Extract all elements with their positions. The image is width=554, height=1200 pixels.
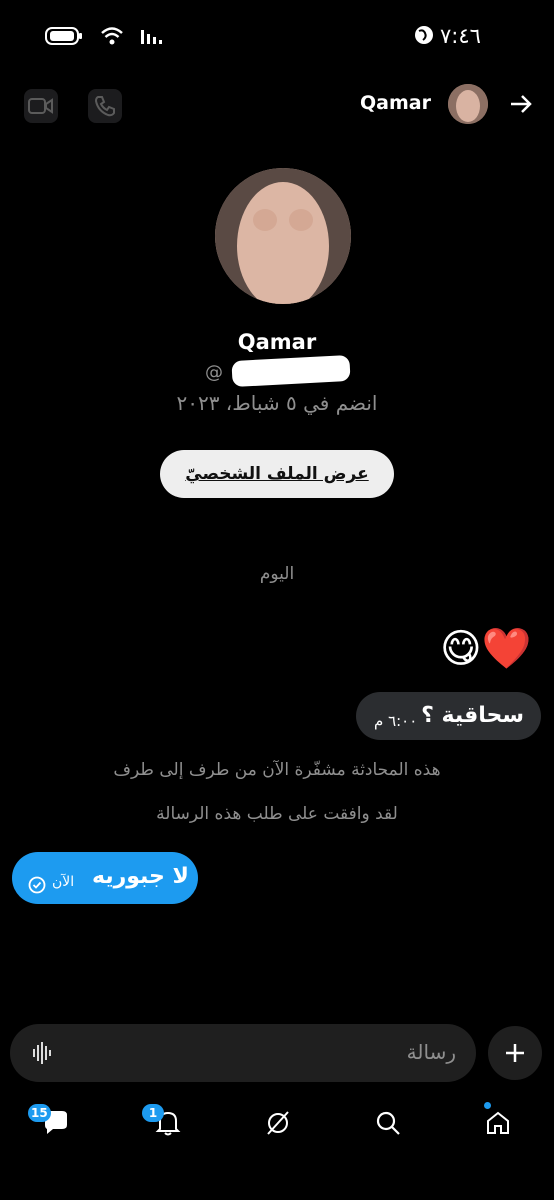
nav-home[interactable]: [478, 1102, 518, 1144]
back-arrow-icon[interactable]: [508, 92, 534, 120]
encryption-notice: هذه المحادثة مشفّرة الآن من طرف إلى طرف: [113, 760, 441, 780]
reaction-emojis: 😋❤️: [440, 626, 532, 672]
plus-icon: [506, 1044, 524, 1062]
outgoing-message-text: لا جبوريه: [92, 864, 189, 889]
profile-handle: @: [205, 362, 223, 383]
message-input-placeholder[interactable]: رسالة: [407, 1040, 456, 1064]
header-avatar[interactable]: [448, 84, 488, 124]
joined-date: انضم في ٥ شباط، ٢٠٢٣: [176, 391, 378, 415]
wifi-icon: [101, 27, 123, 45]
notifications-badge: 1: [142, 1104, 164, 1122]
messages-badge: 15: [28, 1104, 51, 1122]
add-attachment-button[interactable]: [488, 1026, 542, 1080]
video-camera-icon: [28, 98, 53, 114]
delivered-check-icon: [28, 876, 46, 898]
outgoing-message-time: الآن: [52, 874, 75, 890]
request-accepted-notice: لقد وافقت على طلب هذه الرسالة: [156, 804, 398, 824]
nav-search[interactable]: [368, 1102, 408, 1144]
incoming-message-time: ٦:٠٠ م: [374, 712, 418, 730]
day-separator: اليوم: [259, 564, 295, 584]
search-icon: [376, 1111, 400, 1135]
grok-icon: [267, 1111, 289, 1135]
handle-redaction: [231, 354, 351, 388]
incoming-message-text: سحاقية ؟: [421, 703, 524, 728]
profile-name: Qamar: [237, 330, 317, 354]
nav-grok[interactable]: [258, 1102, 298, 1144]
home-unread-dot: [484, 1102, 491, 1109]
battery-icon: [45, 27, 82, 45]
status-icons: [44, 26, 168, 46]
status-time: ٧:٤٦: [440, 24, 481, 48]
signal-icon: [141, 30, 162, 44]
header-name[interactable]: Qamar: [360, 92, 431, 114]
phone-icon: [94, 96, 115, 117]
voice-call-button[interactable]: [88, 89, 122, 123]
video-call-button[interactable]: [24, 89, 58, 123]
voice-message-icon[interactable]: [32, 1041, 54, 1069]
view-profile-button[interactable]: عرض الملف الشخصيّ: [160, 450, 394, 498]
globe-icon: [414, 25, 434, 49]
home-icon: [487, 1111, 509, 1134]
profile-avatar[interactable]: [215, 168, 351, 304]
